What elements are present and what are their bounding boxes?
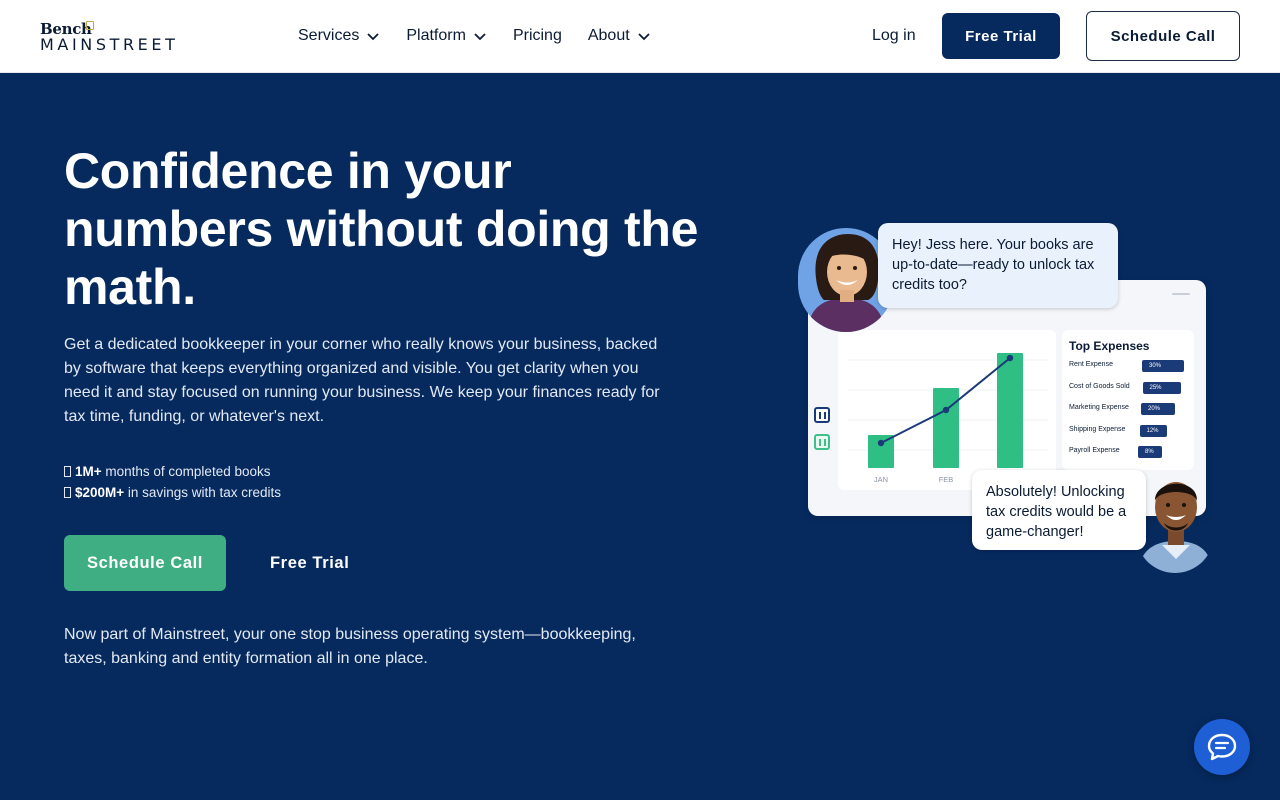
expense-label: Marketing Expense (1069, 404, 1129, 411)
stat-text: in savings with tax credits (124, 485, 281, 500)
site-header: Bench MAINSTREET Services Platform Prici… (0, 0, 1280, 73)
stat-text: months of completed books (101, 464, 271, 479)
hero-free-trial-link[interactable]: Free Trial (270, 551, 349, 575)
logo-badge-icon (86, 21, 94, 30)
hero-stats: 1M+ months of completed books $200M+ in … (64, 461, 281, 503)
hero-schedule-call-button[interactable]: Schedule Call (64, 535, 226, 591)
stat-item: 1M+ months of completed books (64, 461, 281, 482)
top-expenses-panel: Top Expenses Rent Expense 30% Cost of Good… (1062, 330, 1194, 470)
expense-row: Rent Expense 30% (1069, 359, 1191, 373)
chart-point (942, 406, 950, 414)
customer-avatar (1136, 465, 1214, 573)
jess-message-bubble: Hey! Jess here. Your books are up-to-dat… (878, 223, 1118, 308)
chart-bar (997, 353, 1023, 468)
expense-label: Rent Expense (1069, 361, 1113, 368)
stat-marker-icon (64, 487, 71, 498)
chart-panel: JAN FEB (838, 330, 1056, 490)
stat-value: $200M+ (75, 485, 125, 500)
expense-row: Marketing Expense 20% (1069, 402, 1191, 416)
nav-about[interactable]: About (588, 24, 651, 48)
chart-month-label: FEB (939, 475, 954, 484)
nav-platform-label: Platform (406, 27, 466, 44)
stat-item: $200M+ in savings with tax credits (64, 482, 281, 503)
pause-icon (814, 407, 830, 423)
expense-pct-pill: 20% (1141, 403, 1175, 415)
chart-month-label: JAN (874, 475, 888, 484)
hero-illustration: JAN FEB Top Expenses Rent Expense 30% Cost … (796, 220, 1216, 575)
nav-platform[interactable]: Platform (406, 24, 487, 48)
expense-label: Shipping Expense (1069, 425, 1126, 433)
hero-headline: Confidence in your numbers without doing… (64, 143, 699, 315)
logo[interactable]: Bench MAINSTREET (40, 20, 220, 54)
expense-pct-pill: 25% (1142, 381, 1181, 394)
chat-icon (1207, 733, 1237, 761)
login-link[interactable]: Log in (872, 24, 916, 48)
logo-mainstreet: MAINSTREET (40, 35, 179, 54)
nav-pricing[interactable]: Pricing (513, 24, 562, 48)
header-schedule-call-button[interactable]: Schedule Call (1086, 11, 1240, 61)
top-expenses-title: Top Expenses (1069, 339, 1150, 353)
chart-point (877, 439, 885, 447)
chevron-down-icon (638, 33, 650, 41)
nav-services[interactable]: Services (298, 24, 380, 48)
expense-row: Shipping Expense 12% (1069, 424, 1191, 438)
dashboard-menu-icon (1172, 293, 1190, 295)
chevron-down-icon (474, 33, 486, 41)
nav-about-label: About (587, 27, 630, 44)
expense-row: Payroll Expense 8% (1069, 445, 1191, 459)
expense-chart: JAN FEB (848, 353, 1048, 484)
nav-pricing-label: Pricing (512, 27, 562, 44)
chart-point (1006, 354, 1014, 362)
stat-marker-icon (64, 466, 71, 477)
chat-button[interactable] (1194, 719, 1250, 775)
stat-value: 1M+ (75, 464, 102, 479)
expense-pct-pill: 8% (1138, 446, 1163, 458)
expense-pct-pill: 30% (1142, 360, 1184, 372)
pause-icon (814, 434, 830, 450)
expense-label: Cost of Goods Sold (1069, 382, 1130, 390)
header-free-trial-button[interactable]: Free Trial (942, 13, 1060, 59)
expense-label: Payroll Expense (1069, 447, 1120, 454)
hero-description: Get a dedicated bookkeeper in your corne… (64, 336, 660, 425)
expense-row: Cost of Goods Sold 25% (1069, 381, 1191, 395)
main-nav: Services Platform Pricing About (298, 24, 677, 48)
expense-pct-pill: 12% (1139, 424, 1168, 437)
customer-message-bubble: Absolutely! Unlocking tax credits would … (972, 470, 1146, 550)
chart-bar (933, 388, 959, 468)
mainstreet-note: Now part of Mainstreet, your one stop bu… (64, 626, 636, 667)
nav-services-label: Services (298, 27, 360, 44)
chevron-down-icon (367, 33, 379, 41)
